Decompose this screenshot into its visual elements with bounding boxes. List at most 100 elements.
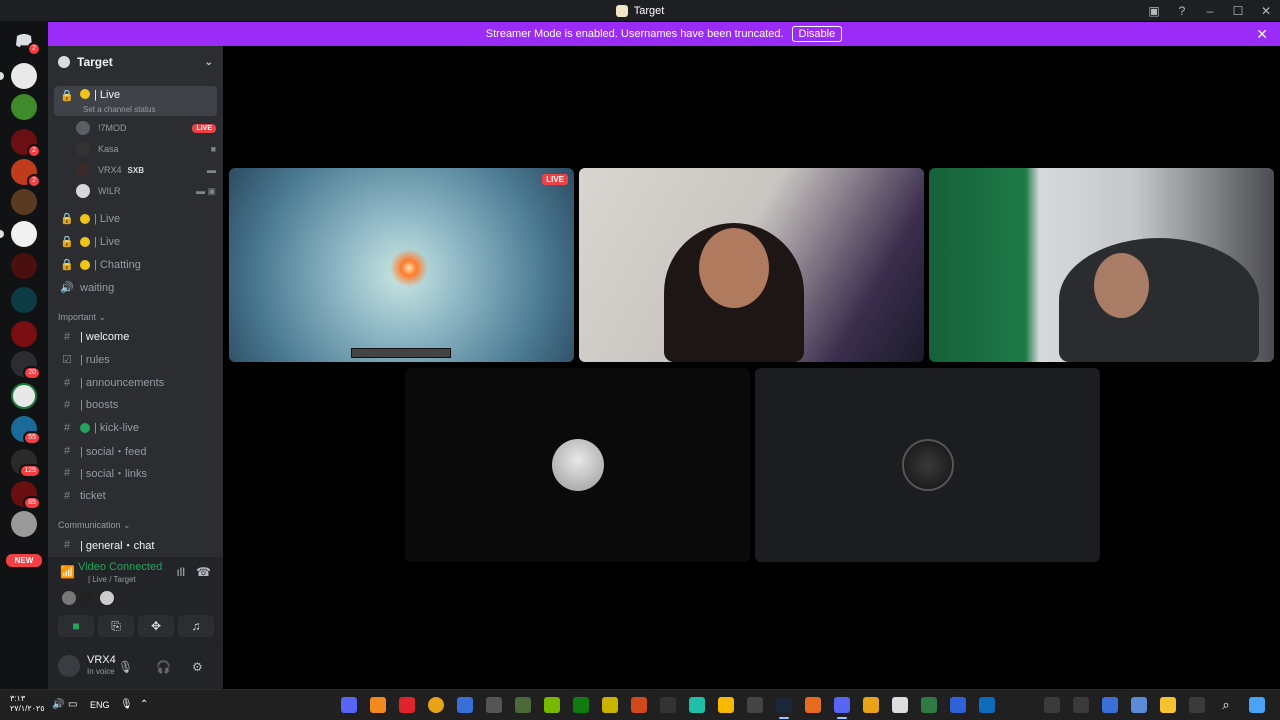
screen-share-button[interactable]: ⎘: [98, 615, 134, 637]
text-channel-kick-live[interactable]: # | kick-live: [54, 417, 217, 438]
server-icon[interactable]: 20: [11, 351, 41, 380]
maximize-button[interactable]: ☐: [1224, 4, 1252, 18]
clock[interactable]: ٣:١٣ ٢٧/١/٢٠٢٥: [10, 694, 45, 714]
text-channel-boosts[interactable]: # | boosts: [54, 394, 217, 415]
steam-icon[interactable]: [776, 697, 792, 713]
inbox-icon[interactable]: ▣: [1140, 4, 1168, 18]
server-icon[interactable]: [11, 383, 37, 409]
text-channel-social-links[interactable]: # | social・links: [54, 462, 217, 483]
text-channel-welcome[interactable]: # | welcome: [54, 326, 217, 347]
app-icon[interactable]: [689, 697, 705, 713]
participant-tile-no-video[interactable]: [755, 368, 1100, 562]
start-icon[interactable]: [1249, 697, 1265, 713]
participant-tile-no-video[interactable]: [405, 368, 750, 562]
microphone-icon[interactable]: 🎙: [118, 660, 133, 674]
disconnect-icon[interactable]: ☎: [196, 565, 211, 579]
network-icon[interactable]: ▭: [68, 699, 77, 710]
chevron-down-icon[interactable]: ⌄: [205, 57, 213, 68]
app-icon[interactable]: [515, 697, 531, 713]
voice-channel-path[interactable]: | Live / Target: [88, 575, 136, 584]
microphone-icon[interactable]: 🎙: [120, 699, 133, 710]
server-icon[interactable]: [11, 189, 37, 215]
soundboard-button[interactable]: ♫: [178, 615, 214, 637]
voice-channel-chatting[interactable]: 🔒 | Chatting: [54, 254, 217, 275]
chevron-up-icon[interactable]: ⌃: [140, 699, 148, 710]
app-icon[interactable]: [602, 697, 618, 713]
text-channel-general-chat[interactable]: # | general・chat: [54, 534, 217, 555]
signal-icon[interactable]: 📶: [60, 565, 75, 579]
camera-tile-user[interactable]: [579, 168, 924, 362]
app-icon[interactable]: [805, 697, 821, 713]
app-icon[interactable]: [486, 697, 502, 713]
avatar[interactable]: [80, 591, 94, 605]
server-icon[interactable]: 2: [11, 159, 41, 188]
app-icon[interactable]: [1073, 697, 1089, 713]
headset-icon[interactable]: 🎧: [156, 660, 171, 674]
voice-user[interactable]: WILR ▬ ▣: [76, 181, 216, 201]
brave-icon[interactable]: [370, 697, 386, 713]
voice-user[interactable]: !7MOD LIVE: [76, 118, 216, 138]
server-icon[interactable]: [11, 253, 37, 279]
voice-channel-live[interactable]: 🔒 | Live: [54, 231, 217, 252]
server-icon[interactable]: [11, 94, 37, 120]
server-icon[interactable]: [0, 63, 37, 89]
noise-suppression-icon[interactable]: ıll: [176, 565, 185, 579]
guild-header[interactable]: Target ⌄: [48, 46, 223, 78]
language-indicator[interactable]: ENG: [90, 700, 110, 710]
stream-tile-minecraft[interactable]: LIVE: [229, 168, 574, 362]
text-channel-rules[interactable]: ☑ | rules: [54, 349, 217, 370]
discord-icon[interactable]: [341, 697, 357, 713]
voice-user[interactable]: VRX4 SXB ▬: [76, 160, 216, 180]
xbox-icon[interactable]: [573, 697, 589, 713]
voice-channel-live-selected[interactable]: 🔒 | Live Set a channel status: [54, 86, 217, 116]
app-icon[interactable]: [631, 697, 647, 713]
close-window-button[interactable]: ✕: [1252, 4, 1280, 18]
text-channel-announcements[interactable]: # | announcements: [54, 372, 217, 393]
camera-button[interactable]: ■: [58, 615, 94, 637]
close-icon[interactable]: ✕: [1256, 26, 1268, 43]
discord-icon[interactable]: [834, 697, 850, 713]
voice-user[interactable]: Kasa ■: [76, 139, 216, 159]
volume-icon[interactable]: 🔊: [52, 699, 64, 710]
server-icon[interactable]: 85: [11, 481, 41, 510]
search-icon[interactable]: ⌕: [1218, 697, 1234, 713]
avatar[interactable]: [58, 655, 80, 677]
app-icon[interactable]: [1102, 697, 1118, 713]
opera-icon[interactable]: [399, 697, 415, 713]
app-icon[interactable]: [1131, 697, 1147, 713]
app-icon[interactable]: [892, 697, 908, 713]
server-icon[interactable]: 55: [11, 416, 41, 445]
disable-streamer-mode-button[interactable]: Disable: [791, 26, 843, 42]
app-icon[interactable]: [950, 697, 966, 713]
server-icon[interactable]: [0, 221, 37, 247]
category-important[interactable]: Important ⌄: [58, 312, 106, 323]
voice-channel-waiting[interactable]: 🔊 waiting: [54, 277, 217, 298]
outlook-icon[interactable]: [979, 697, 995, 713]
server-icon[interactable]: 2: [11, 129, 41, 158]
avatar[interactable]: [100, 591, 114, 605]
category-communication[interactable]: Communication ⌄: [58, 520, 131, 531]
text-channel-social-feed[interactable]: # | social・feed: [54, 440, 217, 461]
server-icon[interactable]: [11, 511, 37, 537]
file-explorer-icon[interactable]: [1160, 697, 1176, 713]
nvidia-icon[interactable]: [544, 697, 560, 713]
chrome-icon[interactable]: [428, 697, 444, 713]
task-view-icon[interactable]: [1189, 697, 1205, 713]
channel-status[interactable]: Set a channel status: [83, 105, 156, 114]
epic-games-icon[interactable]: [660, 697, 676, 713]
camera-tile-user[interactable]: [929, 168, 1274, 362]
activities-button[interactable]: ✥: [138, 615, 174, 637]
server-icon[interactable]: 125: [11, 449, 41, 478]
help-icon[interactable]: ?: [1168, 4, 1196, 18]
server-icon[interactable]: [11, 287, 37, 313]
settings-icon[interactable]: [1044, 697, 1060, 713]
settings-icon[interactable]: [747, 697, 763, 713]
server-icon[interactable]: [11, 321, 37, 347]
voice-channel-live[interactable]: 🔒 | Live: [54, 208, 217, 229]
app-icon[interactable]: [863, 697, 879, 713]
app-icon[interactable]: [921, 697, 937, 713]
gear-icon[interactable]: ⚙: [192, 660, 203, 674]
text-channel-ticket[interactable]: # ticket: [54, 485, 217, 506]
discord-home-icon[interactable]: 2: [11, 27, 41, 56]
rockstar-icon[interactable]: [718, 697, 734, 713]
